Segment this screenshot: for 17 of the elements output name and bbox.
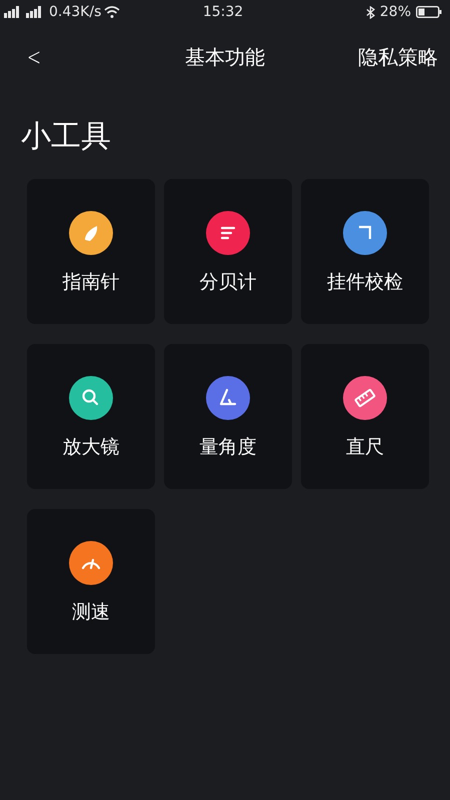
battery-percent: 28% — [380, 4, 412, 20]
tool-tile[interactable]: 指南针 — [27, 179, 155, 324]
back-button[interactable]: < — [24, 43, 44, 71]
battery-icon — [416, 6, 442, 18]
bluetooth-icon — [366, 6, 375, 18]
tool-tile[interactable]: 分贝计 — [164, 179, 292, 324]
privacy-policy-link[interactable]: 隐私策略 — [358, 44, 438, 70]
section-title: 小工具 — [21, 118, 112, 156]
tool-tile[interactable]: 放大镜 — [27, 344, 155, 489]
tool-tile[interactable]: 挂件校检 — [301, 179, 429, 324]
clock-time: 15:32 — [202, 4, 244, 20]
network-speed: 0.43K/s — [49, 4, 102, 20]
tool-tile[interactable]: 直尺 — [301, 344, 429, 489]
tool-tile[interactable]: 测速 — [27, 509, 155, 654]
tool-tile[interactable]: 量角度 — [164, 344, 292, 489]
page-title: 基本功能 — [185, 44, 265, 70]
wifi-icon — [104, 6, 120, 18]
